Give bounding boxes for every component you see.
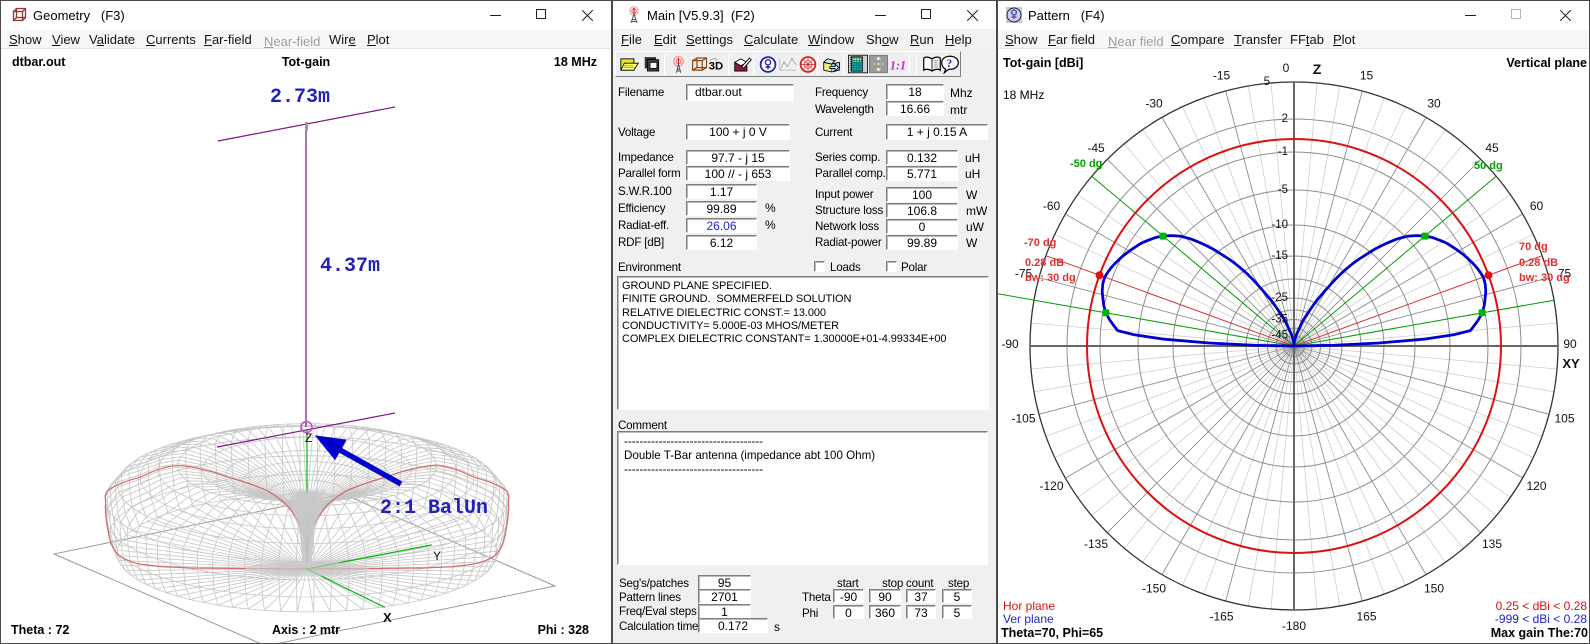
svg-text:5: 5 (1264, 76, 1270, 88)
svg-text:30: 30 (1427, 97, 1441, 111)
svg-text:165: 165 (1356, 610, 1376, 624)
svg-text:bw: 30 dg: bw: 30 dg (1025, 272, 1076, 284)
svg-text:-120: -120 (1039, 479, 1063, 493)
svg-text:?: ? (947, 58, 953, 70)
svg-text:2:1 BalUn: 2:1 BalUn (380, 497, 488, 520)
svg-text:2: 2 (1282, 113, 1288, 125)
svg-text:70 dg: 70 dg (1519, 241, 1548, 253)
svg-text:60: 60 (1530, 199, 1544, 213)
svg-text:45: 45 (1485, 141, 1499, 155)
svg-text:150: 150 (1424, 582, 1444, 596)
svg-text:0.28 dB: 0.28 dB (1519, 257, 1558, 269)
svg-text:bw: 30 dg: bw: 30 dg (1519, 272, 1570, 284)
svg-text:-150: -150 (1142, 582, 1166, 596)
svg-text:3D: 3D (709, 60, 723, 72)
svg-text:XY: XY (1562, 356, 1580, 371)
svg-text:-50 dg: -50 dg (1070, 158, 1102, 170)
svg-text:-45: -45 (1271, 330, 1288, 342)
svg-text:-30: -30 (1145, 97, 1163, 111)
svg-text:105: 105 (1554, 412, 1574, 426)
svg-text:-10: -10 (1271, 219, 1288, 231)
svg-text:-70 dg: -70 dg (1024, 237, 1056, 249)
svg-text:-90: -90 (1001, 337, 1019, 351)
svg-text:50 dg: 50 dg (1474, 160, 1503, 172)
svg-text:-165: -165 (1209, 610, 1233, 624)
svg-text:-5: -5 (1278, 184, 1288, 196)
svg-text:-25: -25 (1271, 292, 1288, 304)
svg-text:-180: -180 (1282, 619, 1306, 633)
svg-text:-35: -35 (1271, 314, 1288, 326)
svg-text:90: 90 (1563, 337, 1577, 351)
svg-text:1:1: 1:1 (890, 58, 906, 72)
svg-text:2.73m: 2.73m (270, 86, 330, 109)
svg-text:4.37m: 4.37m (320, 255, 380, 278)
svg-text:-15: -15 (1271, 250, 1288, 262)
svg-text:Z: Z (1313, 61, 1322, 77)
svg-text:135: 135 (1482, 537, 1502, 551)
svg-text:-60: -60 (1043, 199, 1061, 213)
svg-text:-1: -1 (1278, 146, 1288, 158)
svg-text:-15: -15 (1213, 69, 1231, 83)
svg-text:15: 15 (1360, 69, 1374, 83)
svg-text:Y: Y (433, 549, 441, 563)
svg-text:-45: -45 (1087, 141, 1105, 155)
svg-text:-135: -135 (1084, 537, 1108, 551)
svg-text:0: 0 (1283, 61, 1290, 75)
svg-text:120: 120 (1526, 479, 1546, 493)
svg-text:0.28 dB: 0.28 dB (1025, 257, 1064, 269)
svg-text:-105: -105 (1011, 412, 1035, 426)
